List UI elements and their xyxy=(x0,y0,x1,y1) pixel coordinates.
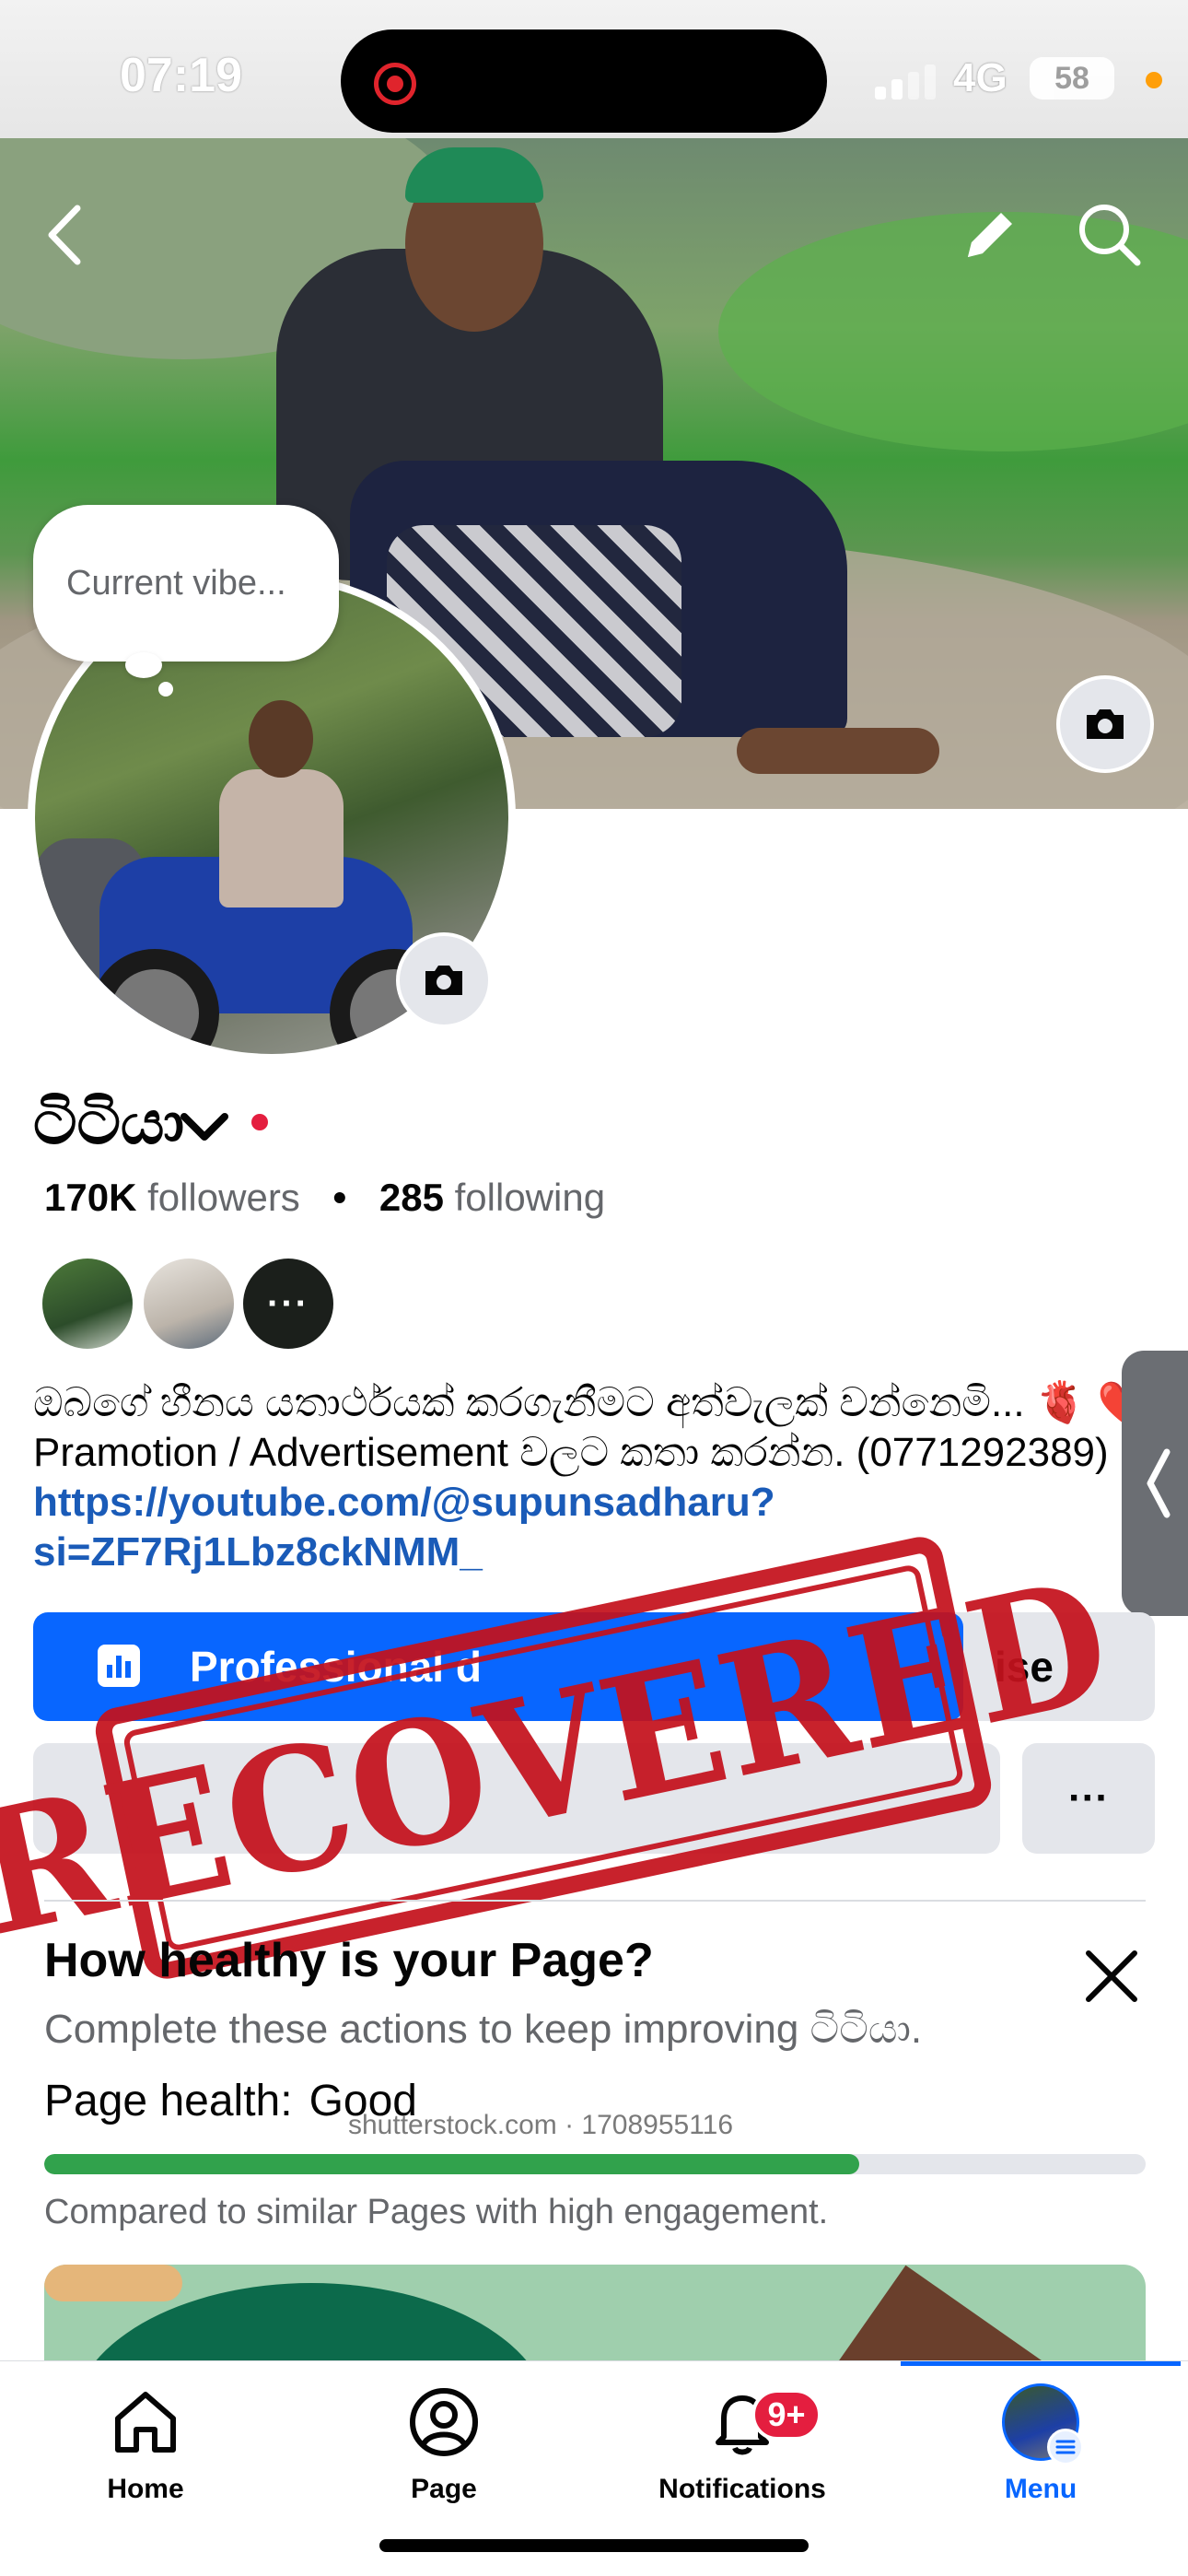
camera-icon xyxy=(1087,709,1124,739)
nav-page[interactable]: Page xyxy=(333,2383,554,2531)
screen-recording-icon xyxy=(374,63,416,105)
nav-page-label: Page xyxy=(411,2474,477,2504)
nav-notifications[interactable]: 9+ Notifications xyxy=(632,2383,853,2531)
status-time: 07:19 xyxy=(120,49,242,102)
edit-button[interactable] xyxy=(953,198,1027,272)
avatar xyxy=(1002,2383,1084,2465)
avatar[interactable] xyxy=(42,1259,133,1349)
side-panel-handle[interactable] xyxy=(1122,1351,1188,1616)
page-health-progress-fill xyxy=(44,2154,860,2174)
battery-icon: 58 xyxy=(1030,57,1114,100)
page-health-title: How healthy is your Page? xyxy=(44,1934,654,1987)
stats-separator: • xyxy=(332,1176,347,1219)
status-bar: 07:19 4G 58 xyxy=(0,0,1188,138)
recovered-stamp: RECOVERED xyxy=(0,1532,1126,1984)
stamp-text: RECOVERED xyxy=(0,1540,1127,1975)
page-health-compare: Compared to similar Pages with high enga… xyxy=(44,2193,829,2231)
active-tab-indicator xyxy=(901,2361,1181,2366)
bio: ඔබගේ හීනය යතාර්ථයක් කරගැනීමට අත්වැලක් වන… xyxy=(33,1378,1148,1577)
followers-count[interactable]: 170K xyxy=(44,1176,136,1219)
promo-card-image[interactable] xyxy=(44,2265,1146,2366)
page-health-subtitle: Complete these actions to keep improving… xyxy=(44,2007,923,2052)
page-health-label: Page health: xyxy=(44,2077,293,2125)
back-button[interactable] xyxy=(37,193,92,276)
profile-circle-icon xyxy=(410,2388,478,2456)
signal-icon xyxy=(875,64,939,100)
vibe-bubble-tail xyxy=(125,652,162,678)
followers-label[interactable]: followers xyxy=(147,1176,300,1219)
nav-home[interactable]: Home xyxy=(35,2383,256,2531)
chevron-left-icon xyxy=(1147,1448,1171,1518)
current-vibe-bubble[interactable]: Current vibe... xyxy=(33,505,339,662)
profile-camera-button[interactable] xyxy=(396,932,492,1028)
privacy-indicator-icon xyxy=(1146,72,1162,88)
more-mutuals-button[interactable]: ··· xyxy=(243,1259,333,1349)
following-label[interactable]: following xyxy=(455,1176,605,1219)
section-divider xyxy=(44,1900,1146,1902)
chevron-left-icon xyxy=(48,205,81,265)
dynamic-island xyxy=(341,29,827,133)
nav-notifications-label: Notifications xyxy=(658,2474,826,2504)
watermark-text: shutterstock.com · 1708955116 xyxy=(348,2110,734,2140)
home-indicator xyxy=(379,2539,809,2552)
current-vibe-placeholder: Current vibe... xyxy=(66,564,286,603)
nav-menu-label: Menu xyxy=(1004,2474,1077,2504)
search-button[interactable] xyxy=(1068,193,1151,276)
cover-camera-button[interactable] xyxy=(1056,675,1154,773)
pencil-icon xyxy=(968,213,1012,257)
nav-menu[interactable]: Menu xyxy=(930,2383,1151,2531)
battery-level: 58 xyxy=(1054,61,1089,96)
bio-link[interactable]: https://youtube.com/@supunsadharu? xyxy=(33,1478,1138,1528)
home-icon xyxy=(115,2392,176,2453)
chevron-down-icon[interactable] xyxy=(177,1098,232,1153)
follow-stats: 170K followers • 285 following xyxy=(44,1176,605,1220)
page-health-progress xyxy=(44,2154,1146,2174)
network-type: 4G xyxy=(953,55,1007,100)
notifications-badge: 9+ xyxy=(751,2389,821,2441)
nav-home-label: Home xyxy=(107,2474,184,2504)
search-icon xyxy=(1079,205,1141,266)
page-name[interactable]: ටිටියා xyxy=(33,1087,184,1160)
notification-dot xyxy=(251,1114,268,1130)
close-icon[interactable] xyxy=(1077,1942,1146,2010)
avatar[interactable] xyxy=(144,1259,234,1349)
camera-icon xyxy=(425,966,462,995)
bio-line-1: ඔබගේ හීනය යතාර්ථයක් කරගැනීමට අත්වැලක් වන… xyxy=(33,1380,1148,1425)
dashboard-icon xyxy=(98,1645,140,1687)
bio-line-2: Pramotion / Advertisement වලට කතා කරන්න.… xyxy=(33,1430,1109,1475)
menu-icon xyxy=(1047,2429,1084,2465)
more-options-button[interactable]: ··· xyxy=(1022,1743,1155,1854)
following-count[interactable]: 285 xyxy=(379,1176,444,1219)
